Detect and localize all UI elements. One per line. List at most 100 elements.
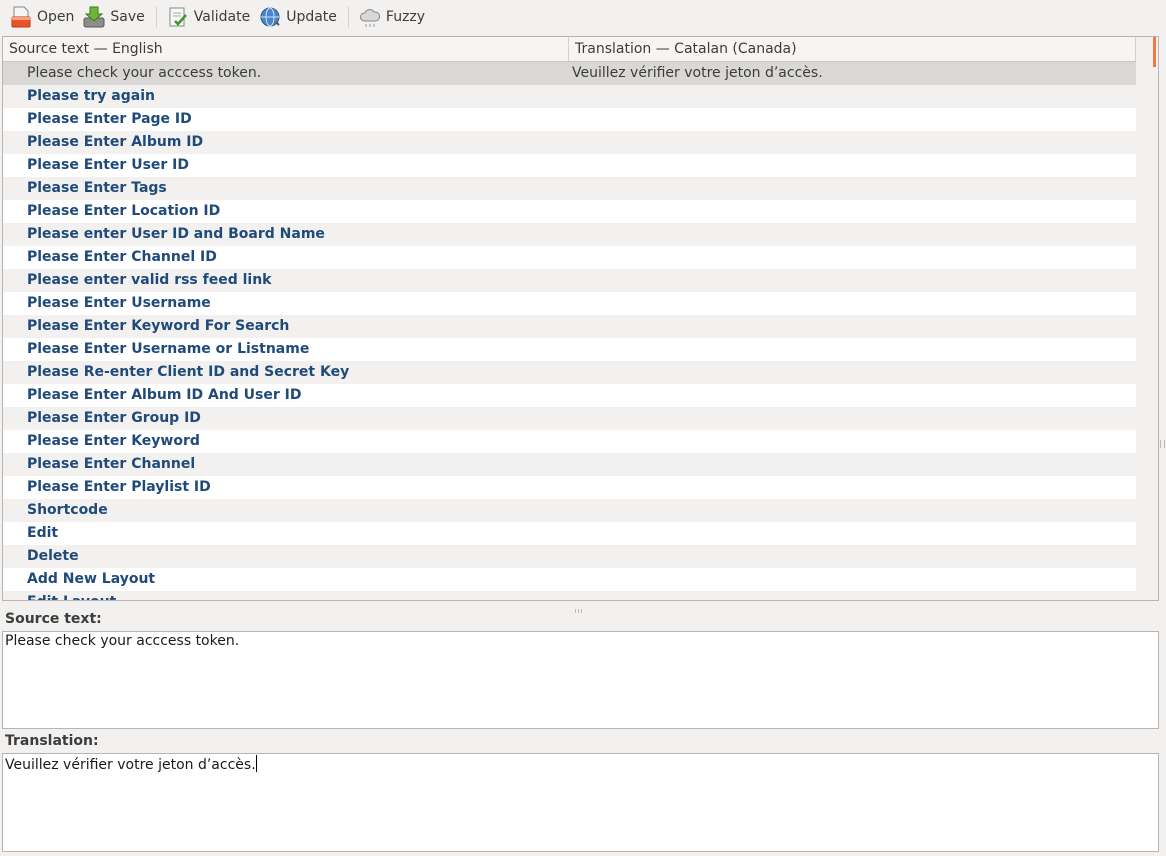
text-cursor (255, 755, 257, 772)
save-label: Save (110, 9, 145, 25)
table-row[interactable]: Please Enter Keyword (3, 430, 1136, 453)
side-resize-handle[interactable] (1160, 440, 1165, 448)
toolbar-separator (155, 6, 157, 28)
table-row[interactable]: Please Enter Username or Listname (3, 338, 1136, 361)
message-rows: Please check your acccess token. Veuillez… (3, 62, 1136, 600)
row-translation-text (570, 384, 1136, 407)
open-label: Open (37, 9, 75, 25)
fuzzy-cloud-icon (358, 5, 382, 29)
row-translation-text (570, 453, 1136, 476)
row-translation-text (570, 223, 1136, 246)
row-translation-text (570, 476, 1136, 499)
row-source-text: Edit (27, 525, 59, 541)
table-row[interactable]: Please Enter Album ID (3, 131, 1136, 154)
row-source-text: Please Re-enter Client ID and Secret Key (27, 364, 350, 380)
table-row[interactable]: Shortcode (3, 499, 1136, 522)
row-translation-text (570, 85, 1136, 108)
row-source-text: Add New Layout (27, 571, 156, 587)
row-source-text: Edit Layout (3, 591, 570, 600)
table-row[interactable]: Please Enter Username (3, 292, 1136, 315)
row-source-text: Please enter User ID and Board Name (27, 226, 325, 242)
row-translation-text (570, 154, 1136, 177)
translation-editor[interactable]: Veuillez vérifier votre jeton d’accès. (2, 753, 1159, 852)
row-translation-text: Veuillez vérifier votre jeton d’accès. (572, 65, 823, 81)
table-row[interactable]: Please Enter Channel (3, 453, 1136, 476)
row-source-text: Please Enter Channel (27, 456, 196, 472)
table-row[interactable]: Edit Layout (3, 591, 1136, 600)
row-translation-text (570, 361, 1136, 384)
column-header-translation[interactable]: Translation — Catalan (Canada) (569, 37, 1136, 61)
table-row[interactable]: Please Enter Album ID And User ID (3, 384, 1136, 407)
source-text-label: Source text: (5, 611, 102, 627)
table-row[interactable]: Please enter User ID and Board Name (3, 223, 1136, 246)
row-source-text: Please Enter Playlist ID (27, 479, 211, 495)
translation-text-content: Veuillez vérifier votre jeton d’accès. (5, 757, 256, 773)
open-button[interactable]: Open (6, 3, 79, 31)
save-icon (82, 5, 106, 29)
row-translation-text (570, 108, 1136, 131)
list-scrollbar[interactable] (1136, 37, 1158, 600)
table-row[interactable]: Add New Layout (3, 568, 1136, 591)
update-button[interactable]: Update (255, 3, 342, 31)
row-source-text: Please Enter Album ID (27, 134, 204, 150)
table-row[interactable]: Please Enter Group ID (3, 407, 1136, 430)
table-row[interactable]: Please Enter Channel ID (3, 246, 1136, 269)
row-translation-text (570, 246, 1136, 269)
row-translation-text (570, 269, 1136, 292)
table-row[interactable]: Edit (3, 522, 1136, 545)
row-translation-text (570, 407, 1136, 430)
row-source-text: Please Enter Keyword For Search (27, 318, 290, 334)
row-translation-text (570, 131, 1136, 154)
row-translation-text (570, 568, 1136, 591)
row-source-text: Please Enter User ID (27, 157, 190, 173)
row-translation-text (570, 200, 1136, 223)
row-source-text: Shortcode (27, 502, 108, 518)
validate-button[interactable]: Validate (163, 3, 255, 31)
pane-splitter-handle[interactable] (575, 601, 585, 613)
update-label: Update (286, 9, 337, 25)
source-text-content: Please check your acccess token. (5, 633, 240, 649)
fuzzy-button[interactable]: Fuzzy (355, 3, 430, 31)
table-row[interactable]: Please Enter Location ID (3, 200, 1136, 223)
table-row[interactable]: Please try again (3, 85, 1136, 108)
row-translation-text (570, 315, 1136, 338)
table-row[interactable]: Please Enter Page ID (3, 108, 1136, 131)
table-row[interactable]: Please Enter Tags (3, 177, 1136, 200)
table-row[interactable]: Please Enter Keyword For Search (3, 315, 1136, 338)
row-translation-text (570, 591, 1136, 600)
source-text-view[interactable]: Please check your acccess token. (2, 631, 1159, 729)
scrollbar-accent (1153, 37, 1156, 67)
row-source-text: Please check your acccess token. (27, 65, 262, 81)
row-source-text: Please Enter Tags (27, 180, 167, 196)
table-row[interactable]: Please Enter Playlist ID (3, 476, 1136, 499)
row-translation-text (570, 545, 1136, 568)
row-source-text: Please enter valid rss feed link (27, 272, 272, 288)
row-translation-text (570, 292, 1136, 315)
row-source-text: Delete (27, 548, 79, 564)
validate-label: Validate (193, 9, 251, 25)
row-source-text: Please Enter Channel ID (27, 249, 217, 265)
message-list[interactable]: Source text — English Translation — Cata… (2, 36, 1159, 601)
validate-icon (166, 5, 190, 29)
row-source-text: Please Enter Username (27, 295, 211, 311)
toolbar: Open Save Validate Update Fuzzy (0, 0, 1166, 34)
row-translation-text (570, 499, 1136, 522)
row-translation-text (570, 430, 1136, 453)
open-file-icon (9, 5, 33, 29)
list-header: Source text — English Translation — Cata… (3, 37, 1158, 62)
row-source-text: Please Enter Album ID And User ID (27, 387, 302, 403)
table-row[interactable]: Please enter valid rss feed link (3, 269, 1136, 292)
table-row[interactable]: Please Enter User ID (3, 154, 1136, 177)
row-source-text: Please Enter Location ID (27, 203, 221, 219)
table-row[interactable]: Please Re-enter Client ID and Secret Key (3, 361, 1136, 384)
save-button[interactable]: Save (79, 3, 149, 31)
fuzzy-label: Fuzzy (385, 9, 426, 25)
row-source-text: Please Enter Username or Listname (27, 341, 310, 357)
column-header-source[interactable]: Source text — English (3, 37, 569, 61)
translation-label: Translation: (5, 733, 99, 749)
row-translation-text (570, 522, 1136, 545)
table-row[interactable]: Delete (3, 545, 1136, 568)
table-row[interactable]: Please check your acccess token. Veuillez… (3, 62, 1136, 85)
update-globe-icon (258, 5, 282, 29)
row-translation-text (570, 338, 1136, 361)
